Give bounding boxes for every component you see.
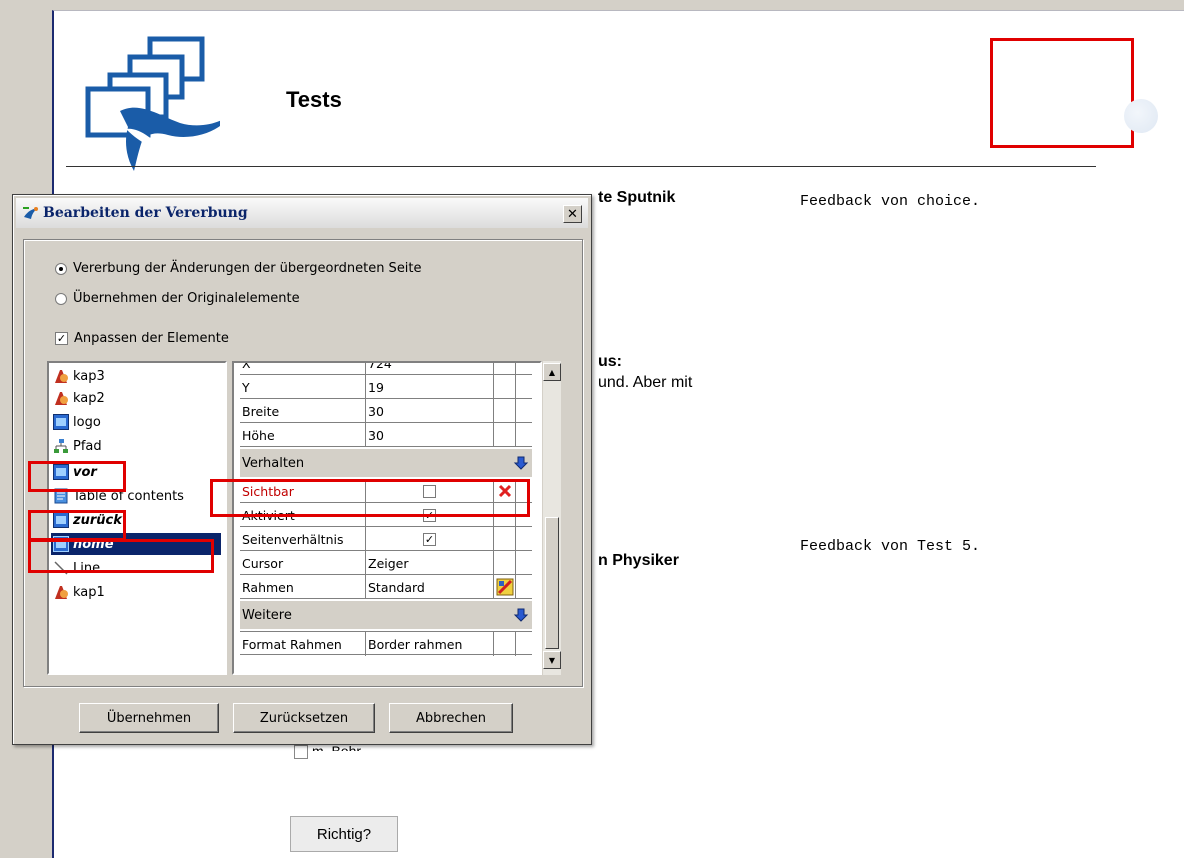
- prop-row-enabled[interactable]: Aktiviert ✓: [240, 503, 532, 527]
- tree-item-logo[interactable]: logo: [51, 411, 105, 433]
- checkbox-adapt-label: Anpassen der Elemente: [74, 331, 229, 346]
- prop-row-x[interactable]: X 724: [240, 363, 532, 375]
- tree-item-line[interactable]: Line: [51, 557, 104, 579]
- prop-row-ratio[interactable]: Seitenverhältnis ✓: [240, 527, 532, 551]
- close-icon: ✕: [567, 206, 578, 222]
- radio-button-checked[interactable]: [55, 262, 67, 275]
- tree-item-home[interactable]: home: [51, 533, 221, 555]
- delete-x-icon[interactable]: [497, 483, 513, 499]
- radio-original-label: Übernehmen der Originalelemente: [73, 291, 300, 306]
- scroll-up-button[interactable]: ▲: [543, 363, 561, 381]
- answer-checkbox[interactable]: [294, 745, 308, 759]
- frame-editor-icon[interactable]: [496, 578, 514, 596]
- apply-button[interactable]: Übernehmen: [79, 703, 219, 733]
- prop-row-cursor[interactable]: Cursor Zeiger: [240, 551, 532, 575]
- red-highlight-box: [990, 38, 1134, 148]
- radio-inherit-label: Vererbung der Änderungen der übergeordne…: [73, 261, 422, 276]
- line-icon: [54, 561, 68, 575]
- prop-row-width[interactable]: Breite 30: [240, 399, 532, 423]
- tree-item-toc[interactable]: Table of contents: [51, 485, 188, 507]
- radio-original[interactable]: Übernehmen der Originalelemente: [55, 291, 300, 306]
- question-text-2: und. Aber mit: [598, 374, 693, 391]
- section-more[interactable]: Weitere: [240, 601, 532, 629]
- inheritance-dialog: Bearbeiten der Vererbung ✕ Vererbung der…: [12, 194, 592, 745]
- question-title-1: te Sputnik: [598, 189, 676, 206]
- logo-icon: [85, 36, 220, 171]
- collapse-arrow-icon[interactable]: [512, 454, 530, 472]
- tree-item-kap1[interactable]: kap1: [51, 581, 109, 603]
- checkbox-adapt[interactable]: ✓ Anpassen der Elemente: [55, 331, 229, 346]
- radio-inherit[interactable]: Vererbung der Änderungen der übergeordne…: [55, 261, 422, 276]
- tree-item-vor[interactable]: vor: [51, 461, 101, 483]
- ratio-checkbox[interactable]: ✓: [423, 532, 436, 546]
- check-answer-button[interactable]: Richtig?: [290, 816, 398, 852]
- property-scrollbar[interactable]: ▲ ▼: [543, 361, 561, 675]
- element-tree[interactable]: kap3 kap2 logo Pfad vor Table of content…: [47, 361, 227, 675]
- dialog-titlebar[interactable]: Bearbeiten der Vererbung ✕: [16, 198, 588, 228]
- reset-button[interactable]: Zurücksetzen: [233, 703, 375, 733]
- property-grid[interactable]: X 724 Y 19 Breite 30 Höhe 30 Verhalten S…: [232, 361, 542, 675]
- dialog-title: Bearbeiten der Vererbung: [43, 205, 248, 221]
- tree-item-pfad[interactable]: Pfad: [51, 435, 106, 457]
- faded-nav-icon[interactable]: [1124, 99, 1158, 133]
- down-arrow-icon: ▼: [548, 655, 556, 665]
- person-icon: [55, 392, 68, 405]
- section-behavior[interactable]: Verhalten: [240, 449, 532, 477]
- page-title: Tests: [286, 87, 342, 112]
- close-button[interactable]: ✕: [563, 205, 582, 223]
- image-icon: [53, 464, 69, 480]
- prop-row-frame[interactable]: Rahmen Standard: [240, 575, 532, 599]
- scroll-thumb[interactable]: [545, 517, 559, 649]
- scroll-down-button[interactable]: ▼: [543, 651, 561, 669]
- up-arrow-icon: ▲: [548, 367, 556, 377]
- question-title-3: n Physiker: [598, 552, 679, 569]
- path-icon: [54, 439, 68, 453]
- person-icon: [55, 586, 68, 599]
- app-icon: [23, 207, 38, 219]
- feedback-3: Feedback von Test 5.: [800, 538, 981, 555]
- image-icon: [53, 512, 69, 528]
- tree-item-kap3[interactable]: kap3: [51, 365, 109, 387]
- prop-row-frame-format[interactable]: Format Rahmen Border rahmen: [240, 631, 532, 656]
- prop-row-y[interactable]: Y 19: [240, 375, 532, 399]
- tree-item-zurueck[interactable]: zurück: [51, 509, 126, 531]
- tree-item-kap2[interactable]: kap2: [51, 387, 109, 409]
- toc-icon: [54, 488, 68, 504]
- collapse-arrow-icon[interactable]: [512, 606, 530, 624]
- cancel-button[interactable]: Abbrechen: [389, 703, 513, 733]
- person-icon: [55, 370, 68, 383]
- radio-button[interactable]: [55, 292, 67, 305]
- header-divider: [66, 166, 1096, 167]
- image-icon: [53, 536, 69, 552]
- image-icon: [53, 414, 69, 430]
- checkbox-checked[interactable]: ✓: [55, 332, 68, 345]
- feedback-1: Feedback von choice.: [800, 193, 981, 210]
- prop-row-height[interactable]: Höhe 30: [240, 423, 532, 447]
- enabled-checkbox[interactable]: ✓: [423, 508, 436, 522]
- question-title-2: us:: [598, 353, 622, 370]
- visible-checkbox[interactable]: [423, 484, 436, 498]
- prop-row-visible[interactable]: Sichtbar: [240, 479, 532, 503]
